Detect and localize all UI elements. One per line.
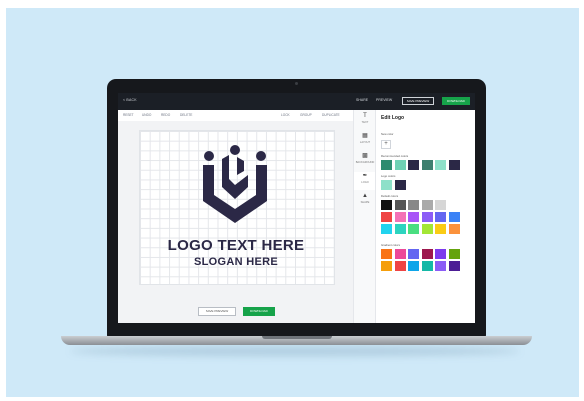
logo-colors-label: Logo colors (381, 174, 396, 178)
gradient-color-swatch[interactable] (381, 249, 392, 259)
gradient-color-swatch[interactable] (408, 249, 419, 259)
default-color-swatch[interactable] (448, 224, 460, 234)
logo-color-swatch[interactable] (381, 180, 392, 190)
default-color-swatch[interactable] (394, 212, 406, 222)
back-button[interactable]: < BACK (123, 98, 137, 102)
gradient-color-swatch[interactable] (448, 261, 460, 271)
rail-item-background[interactable]: ▩ BACKGROUND (354, 152, 376, 170)
duplicate-button[interactable]: DUPLICATE (322, 113, 340, 117)
rail-item-layout[interactable]: ▦ LAYOUT (354, 132, 376, 150)
default-color-swatch[interactable] (421, 224, 433, 234)
camera-icon (295, 82, 298, 85)
group-button[interactable]: GROUP (300, 113, 312, 117)
laptop-shadow (70, 346, 520, 356)
tool-rail: T TEXT ▦ LAYOUT ▩ BACKGROUND ✒ LOGO ▲ SH… (353, 110, 376, 323)
recommended-color-swatch[interactable] (394, 160, 406, 170)
laptop-screen: < BACK SHARE PREVIEW SAVE PREVIEW DOWNLO… (118, 93, 475, 323)
rail-item-logo[interactable]: ✒ LOGO (354, 172, 376, 190)
gradient-color-swatch[interactable] (381, 261, 392, 271)
bottom-save-preview-button[interactable]: SAVE PREVIEW (198, 307, 236, 316)
delete-button[interactable]: DELETE (180, 113, 192, 117)
default-color-swatch[interactable] (381, 200, 392, 210)
recommended-color-swatch[interactable] (448, 160, 460, 170)
default-color-swatch[interactable] (435, 212, 446, 222)
default-color-swatch[interactable] (381, 224, 392, 234)
logo-color-swatch[interactable] (394, 180, 406, 190)
recommended-color-swatch[interactable] (435, 160, 446, 170)
text-icon: T (363, 113, 367, 119)
default-color-swatch[interactable] (421, 212, 433, 222)
default-color-swatch[interactable] (408, 200, 419, 210)
default-color-swatch[interactable] (435, 224, 446, 234)
recommended-colors-label: Recommended colors (381, 154, 409, 158)
logo-text[interactable]: LOGO TEXT HERE (139, 237, 333, 254)
gradient-colors-label: Gradient colors (381, 243, 400, 247)
gradient-color-swatch[interactable] (394, 261, 406, 271)
default-colors-label: Default colors (381, 194, 399, 198)
gradient-color-swatch[interactable] (394, 249, 406, 259)
recommended-color-swatch[interactable] (421, 160, 433, 170)
background-icon: ▩ (362, 153, 368, 159)
recommended-color-swatch[interactable] (408, 160, 419, 170)
default-color-swatch[interactable] (448, 212, 460, 222)
default-color-swatch[interactable] (394, 224, 406, 234)
preview-button[interactable]: PREVIEW (376, 98, 392, 102)
reset-button[interactable]: RESET (123, 113, 134, 117)
default-color-swatch[interactable] (381, 212, 392, 222)
default-color-swatch[interactable] (435, 200, 446, 210)
add-color-button[interactable]: + (381, 140, 391, 149)
share-button[interactable]: SHARE (356, 98, 368, 102)
gradient-color-swatch[interactable] (448, 249, 460, 259)
edit-panel: Edit Logo New color + Recommended colors… (375, 110, 475, 323)
gradient-color-swatch[interactable] (435, 249, 446, 259)
download-button[interactable]: DOWNLOAD (442, 97, 470, 105)
undo-button[interactable]: UNDO (142, 113, 151, 117)
redo-button[interactable]: REDO (161, 113, 170, 117)
top-app-bar: < BACK SHARE PREVIEW SAVE PREVIEW DOWNLO… (118, 93, 475, 110)
crown-logo-icon[interactable] (200, 145, 270, 225)
default-color-swatch[interactable] (394, 200, 406, 210)
default-color-swatch[interactable] (408, 224, 419, 234)
default-color-swatch[interactable] (408, 212, 419, 222)
rail-item-text[interactable]: T TEXT (354, 112, 376, 130)
rail-item-shape[interactable]: ▲ SHAPE (354, 192, 376, 210)
recommended-color-swatch[interactable] (381, 160, 392, 170)
panel-title: Edit Logo (381, 115, 405, 121)
default-color-swatch[interactable] (448, 200, 460, 210)
save-preview-button[interactable]: SAVE PREVIEW (402, 97, 434, 105)
bottom-download-button[interactable]: DOWNLOAD (243, 307, 275, 316)
canvas-area: LOGO TEXT HERE SLOGAN HERE SAVE PREVIEW … (118, 121, 353, 323)
shape-icon: ▲ (362, 193, 368, 199)
default-color-swatch[interactable] (421, 200, 433, 210)
gradient-color-swatch[interactable] (435, 261, 446, 271)
gradient-color-swatch[interactable] (408, 261, 419, 271)
slogan-text[interactable]: SLOGAN HERE (139, 256, 333, 268)
gradient-color-swatch[interactable] (421, 261, 433, 271)
logo-icon: ✒ (362, 173, 368, 179)
gradient-color-swatch[interactable] (421, 249, 433, 259)
lock-button[interactable]: LOCK (281, 113, 290, 117)
new-color-label: New color (381, 132, 394, 136)
layout-icon: ▦ (362, 133, 368, 139)
laptop-notch (262, 336, 332, 339)
